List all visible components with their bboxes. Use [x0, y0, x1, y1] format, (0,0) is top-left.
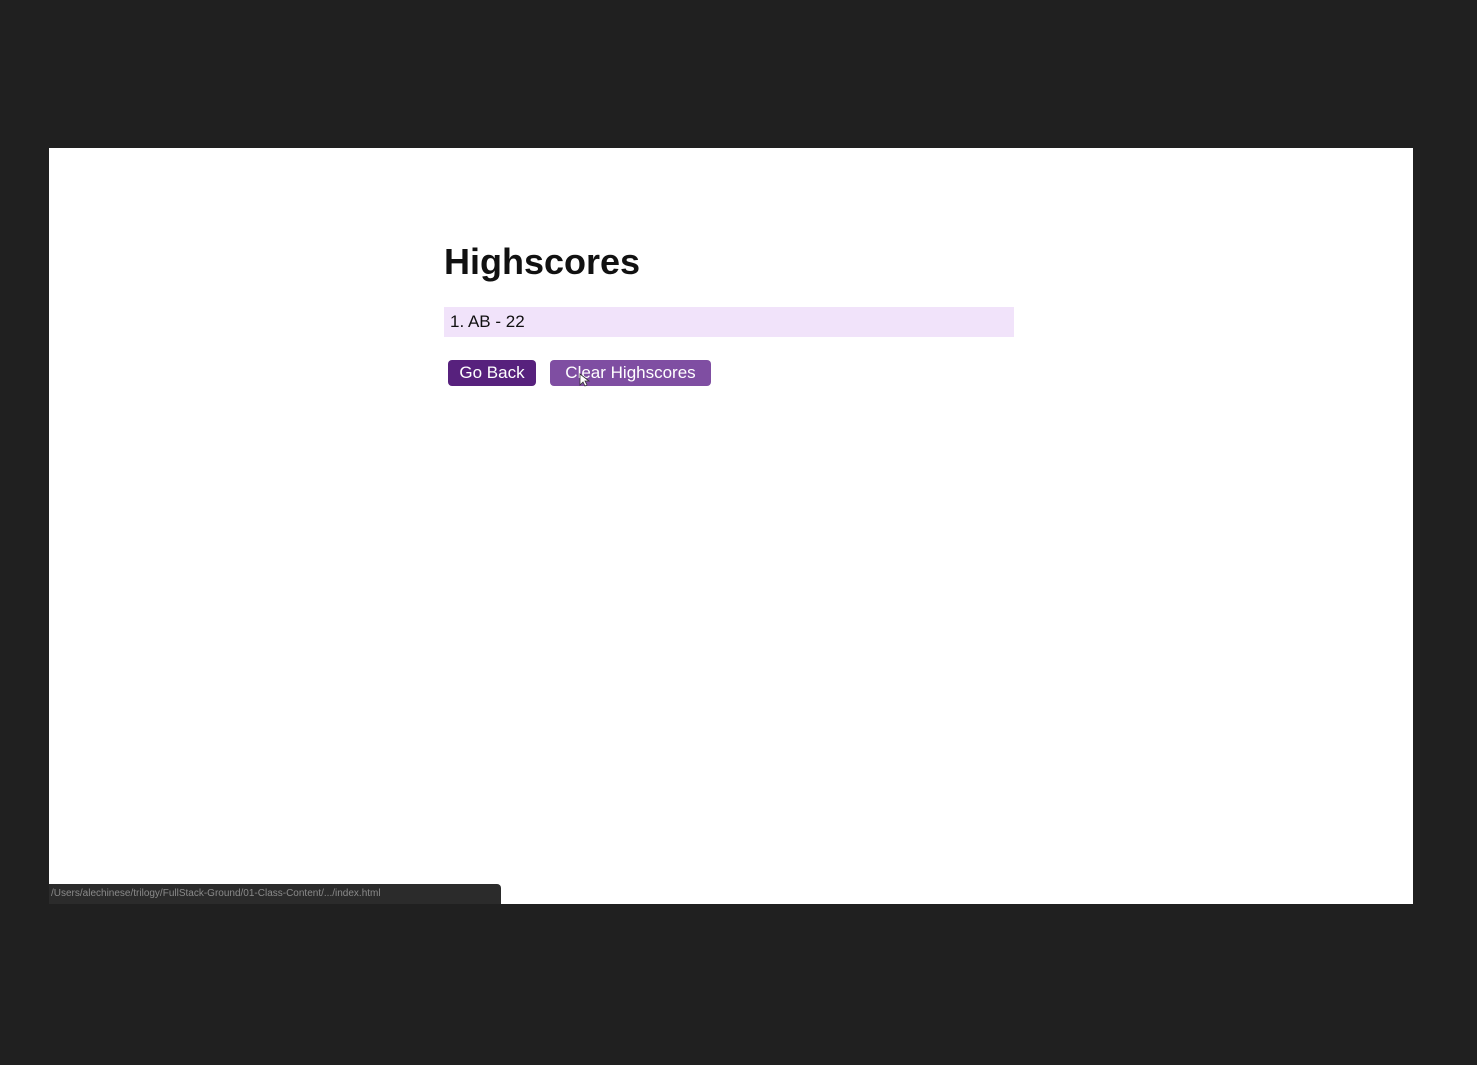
list-item: 1. AB - 22	[444, 307, 1014, 337]
browser-viewport: Highscores 1. AB - 22 Go Back Clear High…	[49, 148, 1413, 904]
status-bar-url: /Users/alechinese/trilogy/FullStack-Grou…	[49, 884, 501, 904]
clear-highscores-button[interactable]: Clear Highscores	[550, 360, 711, 386]
highscore-list: 1. AB - 22	[444, 307, 1014, 337]
page-title: Highscores	[444, 241, 641, 282]
go-back-button[interactable]: Go Back	[448, 360, 536, 386]
